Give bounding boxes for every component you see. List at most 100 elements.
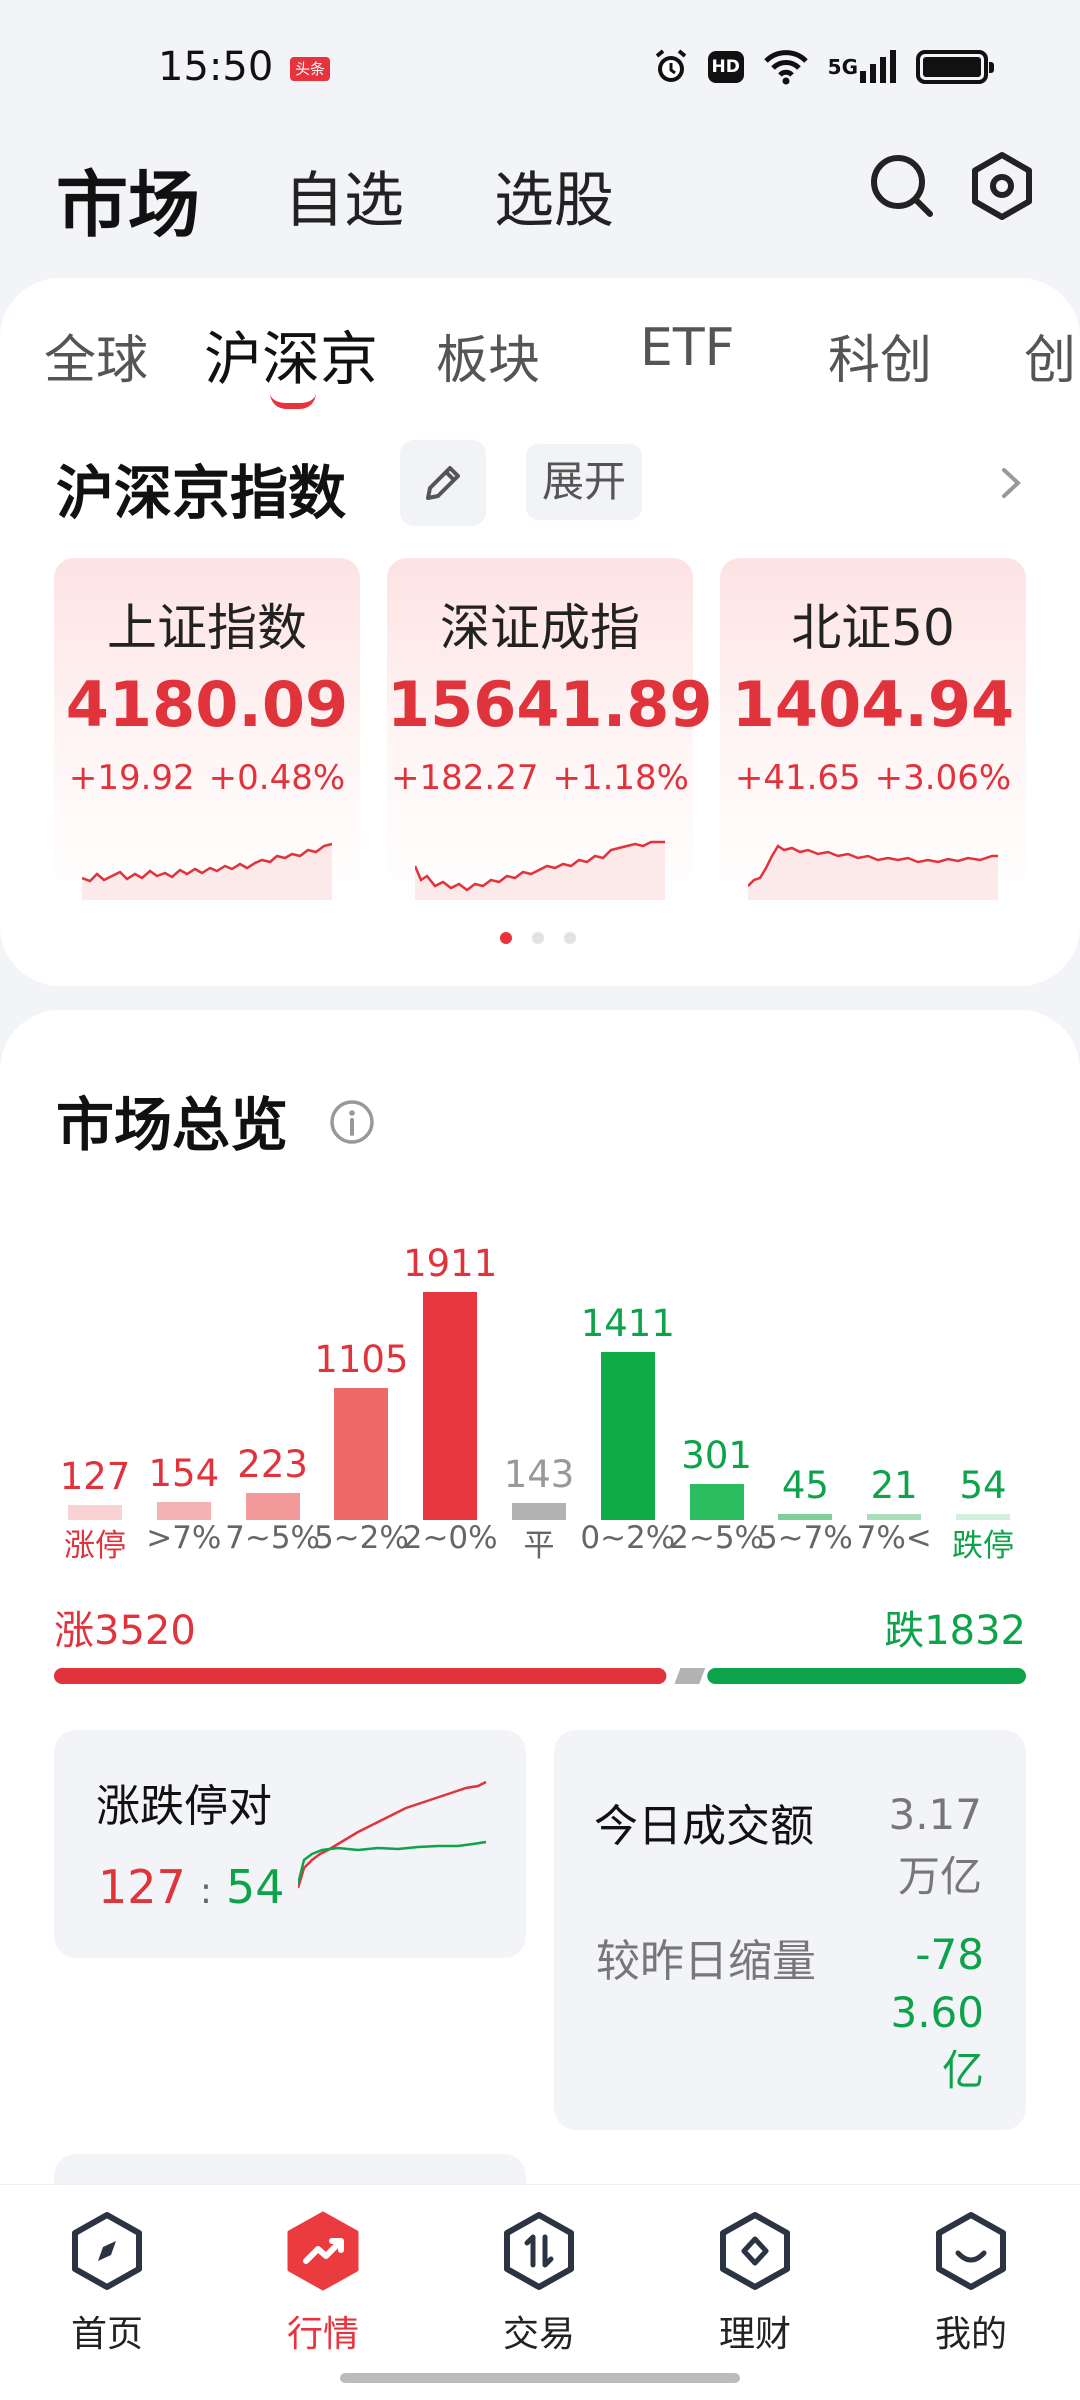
search-icon[interactable] xyxy=(866,150,938,222)
subtab-star-market[interactable]: 科创 xyxy=(828,318,932,393)
distribution-bar[interactable]: 223 xyxy=(230,1230,316,1570)
distribution-bar[interactable]: 154 xyxy=(141,1230,227,1570)
overview-title: 市场总览 xyxy=(56,1091,289,1159)
change-percent: +3.06% xyxy=(874,758,1012,798)
signal-icon: 5G xyxy=(828,49,898,85)
carousel-dot[interactable] xyxy=(564,932,576,944)
change-amount: +41.65 xyxy=(734,758,861,798)
bar-value-label: 143 xyxy=(503,1452,575,1496)
tab-stock-screener[interactable]: 选股 xyxy=(494,152,614,239)
bar-value-label: 1911 xyxy=(403,1242,498,1285)
rise-fall-distribution-chart: 127 154 223 1105 1911 143 1411 301 45 21 54 xyxy=(52,1230,1032,1570)
distribution-bar[interactable]: 1911 xyxy=(403,1230,497,1570)
subtab-shanghai-shenzhen-beijing[interactable]: 沪深京 xyxy=(204,312,378,396)
limit-trend-chart xyxy=(298,1780,487,1889)
limit-up-down-card[interactable]: 涨跌停对 127:54 xyxy=(54,1730,526,1958)
index-change: +182.27 +1.18% xyxy=(387,758,693,798)
index-change: +41.65 +3.06% xyxy=(720,758,1026,798)
bar-rect xyxy=(68,1504,122,1520)
profile-icon xyxy=(936,2212,1006,2290)
distribution-bar[interactable]: 1105 xyxy=(314,1230,408,1570)
turnover-card[interactable]: 今日成交额 3.17万亿 较昨日缩量 -783.60亿 xyxy=(554,1730,1026,2130)
tab-watchlist[interactable]: 自选 xyxy=(284,152,404,239)
change-percent: +1.18% xyxy=(552,758,689,798)
bar-rect xyxy=(334,1388,389,1520)
index-card-shenzhen[interactable]: 深证成指 15641.89 +182.27 +1.18% xyxy=(387,558,713,916)
wealth-icon xyxy=(720,2212,790,2290)
change-amount: +19.92 xyxy=(68,758,195,798)
change-amount: +182.27 xyxy=(391,758,539,798)
bar-rect xyxy=(423,1292,478,1520)
nav-profile[interactable]: 我的 xyxy=(896,2205,1046,2375)
index-change: +19.92 +0.48% xyxy=(54,758,360,798)
turnover-value: 3.17万亿 xyxy=(888,1790,982,1901)
bar-category-label: >7% xyxy=(146,1520,222,1556)
fall-segment xyxy=(707,1668,1026,1684)
flat-segment xyxy=(674,1668,706,1684)
bar-rect xyxy=(245,1493,300,1520)
chevron-right-icon[interactable] xyxy=(996,462,1026,504)
turnover-change-label: 较昨日缩量 xyxy=(596,1936,816,1987)
distribution-bar[interactable]: 54 xyxy=(940,1230,1026,1570)
index-value: 15641.89 xyxy=(387,668,713,741)
bar-rect xyxy=(689,1484,744,1520)
bottom-nav: 首页 行情 交易 理财 我的 xyxy=(0,2184,1080,2400)
index-name: 上证指数 xyxy=(107,599,307,657)
fall-count: 跌1832 xyxy=(884,1608,1026,1654)
distribution-bar[interactable]: 143 xyxy=(496,1230,582,1570)
network-label: 5G xyxy=(827,55,858,79)
bar-value-label: 1105 xyxy=(314,1338,409,1382)
expand-button[interactable]: 展开 xyxy=(526,444,642,520)
bar-value-label: 54 xyxy=(959,1463,1007,1507)
active-tab-indicator xyxy=(270,393,316,409)
index-card-shanghai[interactable]: 上证指数 4180.09 +19.92 +0.48% xyxy=(54,558,360,916)
bar-category-label: 5~7% xyxy=(757,1520,853,1556)
bar-value-label: 1411 xyxy=(580,1301,675,1345)
pencil-icon xyxy=(426,466,460,500)
status-bar: 15:50 头条 HD 5G xyxy=(0,0,1080,130)
distribution-labels: 涨停 >7% 7~5% 5~2% 2~0% 平 0~2% 2~5% 5~7% 7%< 跌停 xyxy=(52,1520,1032,1568)
index-card-beijing50[interactable]: 北证50 1404.94 +41.65 +3.06% xyxy=(720,558,1026,916)
edit-button[interactable] xyxy=(400,440,486,526)
distribution-bar[interactable]: 21 xyxy=(851,1230,937,1570)
subtab-etf[interactable]: ETF xyxy=(640,318,735,378)
nav-market-label: 行情 xyxy=(286,2314,359,2355)
nav-wealth-label: 理财 xyxy=(718,2314,791,2355)
top-nav: 市场 自选 选股 xyxy=(0,130,1080,280)
subtab-chinext[interactable]: 创 xyxy=(1024,318,1076,393)
subtab-global[interactable]: 全球 xyxy=(44,318,148,393)
bar-category-label: 5~2% xyxy=(313,1520,409,1556)
alarm-icon xyxy=(652,48,690,86)
distribution-bar[interactable]: 301 xyxy=(674,1230,760,1570)
nav-home[interactable]: 首页 xyxy=(32,2205,182,2375)
status-icons: HD 5G xyxy=(652,48,994,86)
trend-icon xyxy=(287,2211,359,2291)
turnover-change-value: -783.60亿 xyxy=(890,1930,984,2095)
bar-category-label: 7~5% xyxy=(225,1520,321,1556)
wifi-icon xyxy=(762,49,810,85)
rise-count: 涨3520 xyxy=(54,1608,196,1654)
limit-ratio: 127:54 xyxy=(98,1860,285,1914)
sparkline-chart xyxy=(748,844,998,900)
carousel-dot[interactable] xyxy=(532,932,544,944)
nav-trade[interactable]: 交易 xyxy=(464,2205,614,2375)
settings-icon[interactable] xyxy=(966,150,1038,222)
nav-wealth[interactable]: 理财 xyxy=(680,2205,830,2375)
limit-down-count: 54 xyxy=(225,1860,285,1914)
news-badge: 头条 xyxy=(290,57,330,81)
tab-market[interactable]: 市场 xyxy=(56,146,200,251)
bar-rect xyxy=(600,1351,655,1520)
distribution-bar[interactable]: 1411 xyxy=(581,1230,675,1570)
info-icon[interactable] xyxy=(328,1098,376,1146)
nav-market[interactable]: 行情 xyxy=(248,2205,398,2375)
nav-profile-label: 我的 xyxy=(934,2314,1007,2355)
distribution-bar[interactable]: 45 xyxy=(762,1230,848,1570)
rise-segment xyxy=(54,1668,667,1684)
limit-card-title: 涨跌停对 xyxy=(96,1781,272,1832)
distribution-bar[interactable]: 127 xyxy=(52,1230,138,1570)
index-name: 北证50 xyxy=(791,599,955,657)
subtab-sectors[interactable]: 板块 xyxy=(436,318,540,393)
sparkline-chart xyxy=(415,840,665,900)
bar-category-label: 平 xyxy=(523,1528,555,1564)
carousel-dot[interactable] xyxy=(500,932,512,944)
